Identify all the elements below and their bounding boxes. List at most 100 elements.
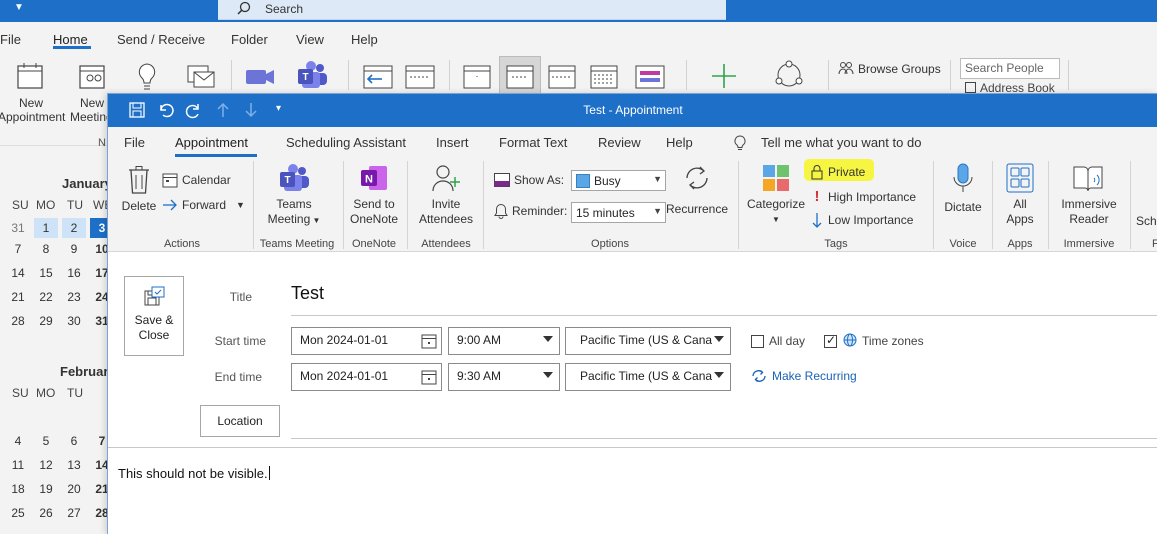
- cal-day[interactable]: 6: [62, 434, 86, 448]
- main-search-box[interactable]: Search: [218, 0, 726, 20]
- location-input[interactable]: [291, 402, 1157, 439]
- cal-day[interactable]: 9: [62, 242, 86, 256]
- reminder-select[interactable]: 15 minutes ▼: [571, 202, 666, 223]
- main-menu-folder[interactable]: Folder: [231, 32, 268, 47]
- cal-day[interactable]: 26: [34, 506, 58, 520]
- teams-meeting-button[interactable]: T Teams Meeting ▼: [262, 163, 326, 228]
- main-menu-file[interactable]: File: [0, 32, 21, 47]
- share-calendar-icon[interactable]: [772, 60, 806, 90]
- schedule-view-icon[interactable]: [634, 62, 666, 90]
- month-view-icon[interactable]: [589, 62, 619, 90]
- private-button[interactable]: Private: [810, 164, 865, 180]
- cal-day[interactable]: 22: [34, 290, 58, 304]
- cal-day[interactable]: 15: [34, 266, 58, 280]
- tab-format-text[interactable]: Format Text: [499, 135, 567, 150]
- calendar-button[interactable]: Calendar: [162, 172, 231, 188]
- cal-day[interactable]: 29: [34, 314, 58, 328]
- recurrence-button[interactable]: Recurrence: [666, 163, 728, 217]
- new-appointment-button[interactable]: New Appointment: [0, 96, 65, 124]
- lightbulb-icon[interactable]: [136, 62, 158, 92]
- main-menu-help[interactable]: Help: [351, 32, 378, 47]
- main-menu-view[interactable]: View: [296, 32, 324, 47]
- cal-day[interactable]: 7: [6, 242, 30, 256]
- schedule-button-fragment[interactable]: Sche: [1136, 214, 1157, 229]
- cal-day[interactable]: 1: [34, 218, 58, 238]
- busy-color-swatch: [576, 173, 590, 188]
- cal-day[interactable]: 30: [62, 314, 86, 328]
- ribbon-separator: [343, 161, 344, 249]
- start-timezone-select[interactable]: Pacific Time (US & Canac: [565, 327, 731, 355]
- cal-day[interactable]: 28: [6, 314, 30, 328]
- high-importance-button[interactable]: ! High Importance: [810, 188, 917, 205]
- location-button[interactable]: Location: [200, 405, 280, 437]
- date-picker-icon[interactable]: [421, 333, 437, 349]
- search-people-input[interactable]: Search People: [960, 58, 1060, 79]
- globe-icon: [843, 333, 857, 347]
- make-recurring-link[interactable]: Make Recurring: [751, 369, 857, 383]
- quick-access-dropdown-icon[interactable]: ▼: [14, 2, 24, 13]
- cal-day[interactable]: 2: [62, 218, 86, 238]
- invite-attendees-button[interactable]: Invite Attendees: [412, 163, 480, 227]
- tab-insert[interactable]: Insert: [436, 135, 469, 150]
- all-apps-button[interactable]: All Apps: [998, 163, 1042, 227]
- immersive-reader-button[interactable]: Immersive Reader: [1054, 163, 1124, 227]
- day-view-icon[interactable]: [462, 62, 492, 90]
- dictate-button[interactable]: Dictate: [938, 163, 988, 215]
- private-label: Private: [828, 165, 866, 179]
- cal-day[interactable]: 20: [62, 482, 86, 496]
- cal-day[interactable]: 14: [6, 266, 30, 280]
- cal-day[interactable]: 25: [6, 506, 30, 520]
- cal-day[interactable]: 12: [34, 458, 58, 472]
- tab-appointment[interactable]: Appointment: [175, 135, 248, 150]
- date-picker-icon[interactable]: [421, 369, 437, 385]
- send-to-onenote-button[interactable]: N Send to OneNote: [346, 163, 402, 227]
- low-importance-button[interactable]: Low Importance: [810, 212, 913, 228]
- forward-arrow-icon: [163, 199, 177, 211]
- start-time-select[interactable]: 9:00 AM: [448, 327, 560, 355]
- tab-help[interactable]: Help: [666, 135, 693, 150]
- cal-day[interactable]: 4: [6, 434, 30, 448]
- tab-scheduling-assistant[interactable]: Scheduling Assistant: [286, 135, 406, 150]
- save-and-close-button[interactable]: Save & Close: [124, 276, 184, 356]
- week-view-icon[interactable]: [547, 62, 577, 90]
- video-camera-icon[interactable]: [244, 66, 276, 88]
- tab-file[interactable]: File: [124, 135, 145, 150]
- teams-meeting-label-1: Teams: [276, 197, 312, 211]
- cal-day[interactable]: 11: [6, 458, 30, 472]
- cal-day[interactable]: 8: [34, 242, 58, 256]
- forward-label: Forward: [182, 198, 227, 212]
- main-menu-home[interactable]: Home: [53, 32, 88, 47]
- end-timezone-select[interactable]: Pacific Time (US & Canac: [565, 363, 731, 391]
- show-as-select[interactable]: Busy ▼: [571, 170, 666, 191]
- delete-button[interactable]: Delete: [120, 165, 158, 214]
- end-time-select[interactable]: 9:30 AM: [448, 363, 560, 391]
- add-calendar-icon[interactable]: [708, 62, 740, 90]
- cal-day[interactable]: 23: [62, 290, 86, 304]
- tell-me-search[interactable]: Tell me what you want to do: [761, 135, 921, 150]
- cal-day[interactable]: 5: [34, 434, 58, 448]
- teams-icon[interactable]: T: [296, 60, 328, 90]
- new-email-icon[interactable]: [186, 64, 216, 90]
- svg-text:N: N: [365, 174, 373, 186]
- cal-day[interactable]: 19: [34, 482, 58, 496]
- forward-button[interactable]: Forward ▼: [162, 197, 245, 213]
- cal-day[interactable]: 18: [6, 482, 30, 496]
- browse-groups-button[interactable]: Browse Groups: [858, 62, 941, 76]
- cal-day[interactable]: 21: [6, 290, 30, 304]
- save-close-label-1: Save &: [134, 313, 174, 327]
- main-menu-send-receive[interactable]: Send / Receive: [117, 32, 205, 47]
- next-7-days-icon[interactable]: [404, 62, 436, 90]
- title-input[interactable]: Test: [291, 282, 1157, 316]
- cal-day[interactable]: 13: [62, 458, 86, 472]
- end-date-input[interactable]: Mon 2024-01-01: [291, 363, 442, 391]
- start-date-input[interactable]: Mon 2024-01-01: [291, 327, 442, 355]
- tab-review[interactable]: Review: [598, 135, 641, 150]
- today-icon[interactable]: [362, 62, 394, 90]
- body-editor[interactable]: This should not be visible.: [118, 466, 270, 481]
- cal-day[interactable]: 16: [62, 266, 86, 280]
- time-zones-checkbox[interactable]: [824, 333, 837, 348]
- cal-day[interactable]: 31: [6, 218, 30, 238]
- categorize-button[interactable]: Categorize ▼: [744, 163, 808, 227]
- all-day-checkbox[interactable]: [751, 335, 764, 348]
- cal-day[interactable]: 27: [62, 506, 86, 520]
